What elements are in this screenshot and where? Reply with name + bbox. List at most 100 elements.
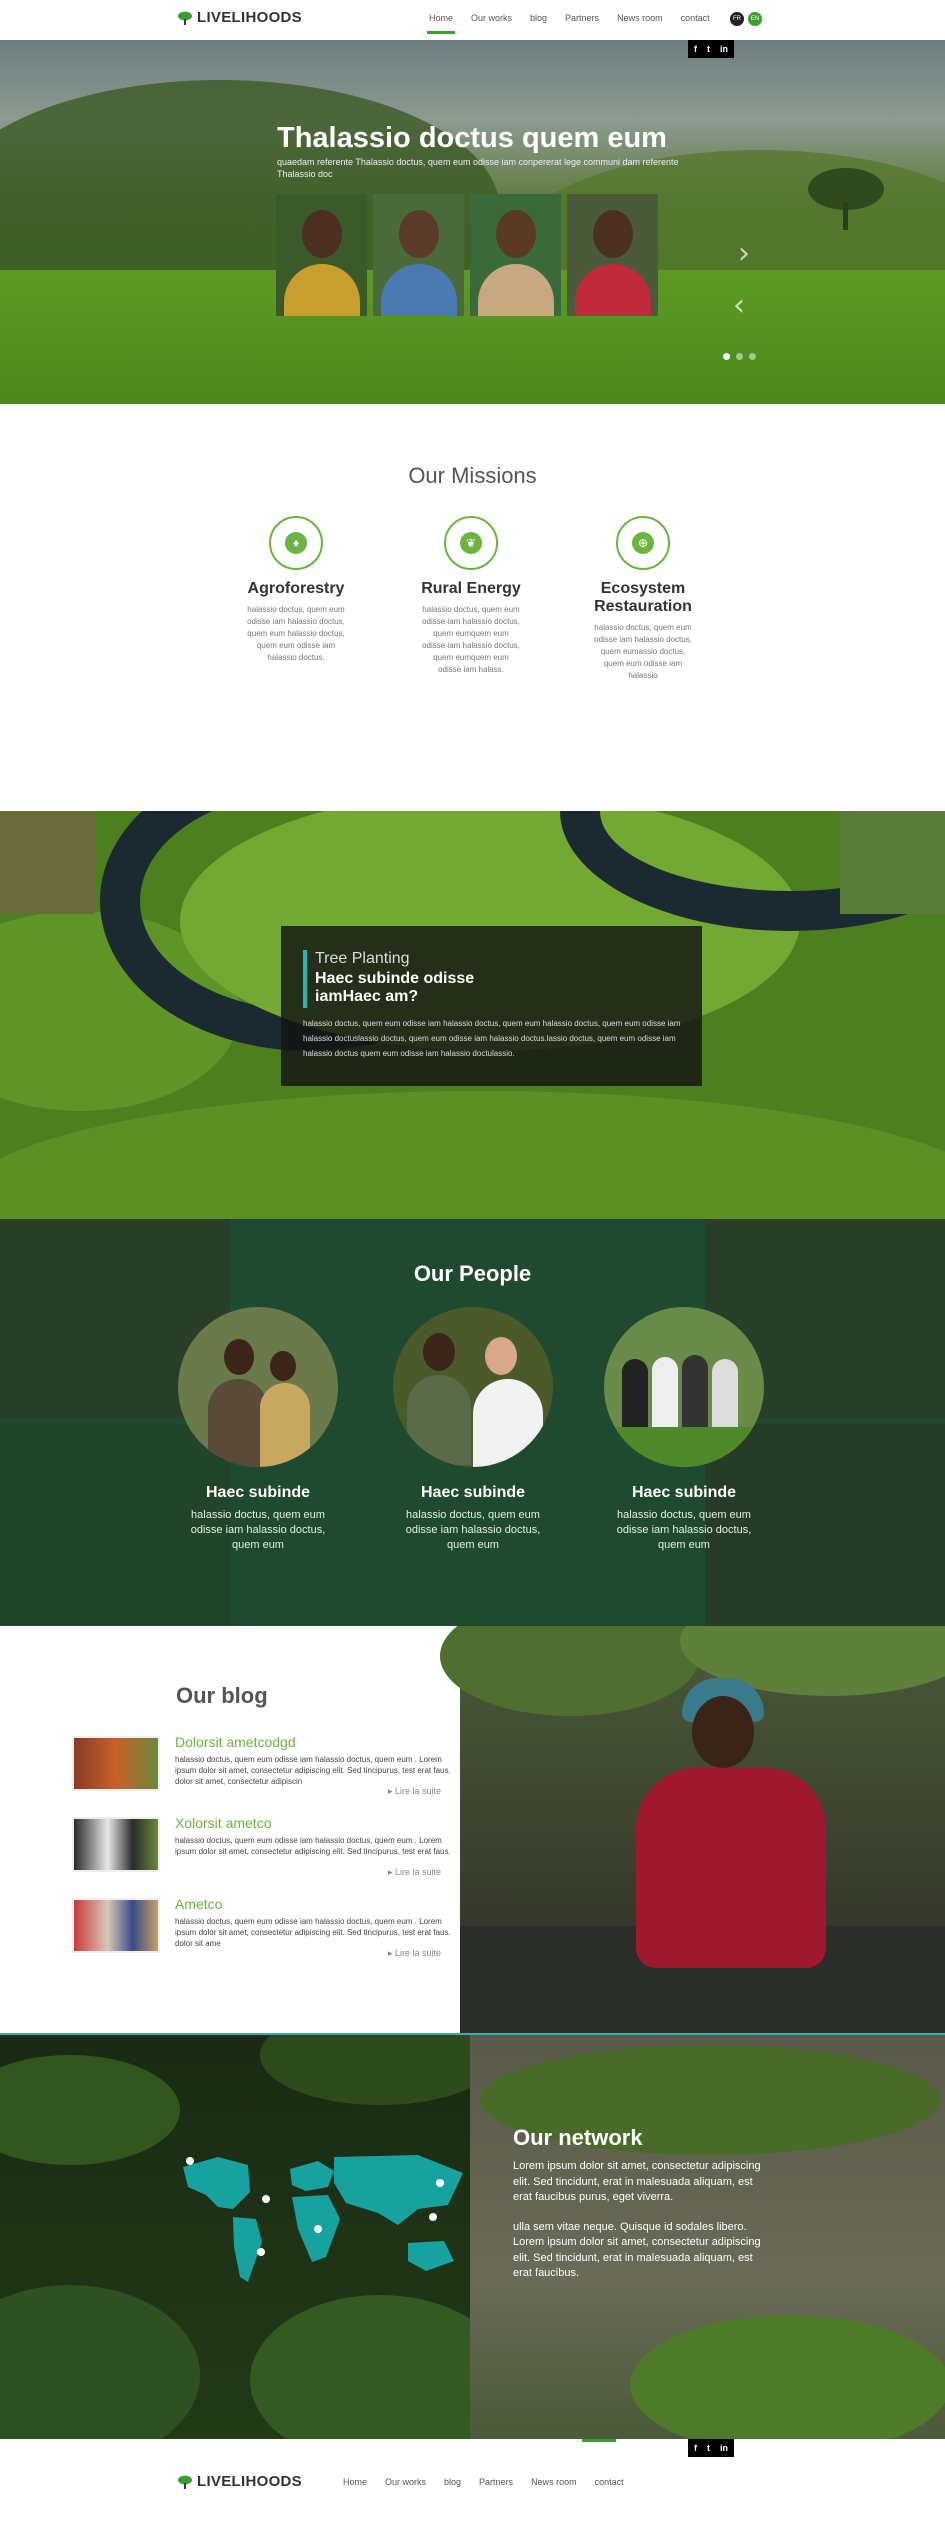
footer-logo[interactable]: LIVELIHOODS (177, 2473, 302, 2490)
blog-post-title[interactable]: Xolorsit ametco (175, 1815, 271, 1831)
portrait-body (381, 264, 457, 316)
nav-home[interactable]: Home (426, 13, 456, 34)
tree-planting-card: Tree Planting Haec subinde odisse iamHae… (281, 926, 702, 1086)
logo[interactable]: LIVELIHOODS (177, 9, 302, 26)
nav-our-works[interactable]: Our works (471, 13, 512, 23)
photo-shape (636, 1768, 826, 1968)
read-more-label: Lire la suite (395, 1948, 442, 1958)
map-location-pin[interactable] (436, 2179, 444, 2187)
map-location-pin[interactable] (262, 2195, 270, 2203)
hero-subtitle: quaedam referente Thalassio doctus, quem… (277, 157, 679, 179)
person-photo (393, 1307, 553, 1467)
footer-nav-partners[interactable]: Partners (479, 2477, 513, 2487)
tree-logo-icon (178, 11, 192, 25)
nav-blog[interactable]: blog (530, 13, 547, 23)
person-card: Haec subinde halassio doctus, quem eum o… (383, 1307, 563, 1553)
nav-news-room[interactable]: News room (617, 13, 663, 23)
site-header: LIVELIHOODS Home Our works blog Partners… (0, 0, 945, 58)
globe-icon: ⊕ (632, 532, 654, 554)
map-location-pin[interactable] (186, 2157, 194, 2165)
lang-fr-button[interactable]: FR (730, 12, 744, 26)
portrait-face (399, 210, 439, 258)
mission-icon-ring: ⊕ (616, 516, 670, 570)
blog-post[interactable]: Ametco halassio doctus, quem eum odisse … (72, 1896, 462, 1968)
facebook-icon[interactable]: f (694, 2443, 697, 2453)
map-location-pin[interactable] (314, 2225, 322, 2233)
background-shape (0, 2285, 200, 2439)
hero-tree-trunk (843, 202, 848, 230)
footer-nav-news-room[interactable]: News room (531, 2477, 577, 2487)
network-text: Lorem ipsum dolor sit amet, consectetur … (513, 2159, 763, 2282)
footer-nav-our-works[interactable]: Our works (385, 2477, 426, 2487)
map-location-pin[interactable] (429, 2213, 437, 2221)
twitter-icon[interactable]: t (707, 44, 710, 54)
person-text: halassio doctus, quem eum odisse iam hal… (405, 1509, 541, 1551)
blog-post-title[interactable]: Dolorsit ametcodgd (175, 1734, 296, 1750)
portrait-face (496, 210, 536, 258)
slider-dot[interactable] (723, 353, 730, 360)
blog-post-title[interactable]: Ametco (175, 1896, 222, 1912)
facebook-icon[interactable]: f (694, 44, 697, 54)
mission-card: ❦ Rural Energy halassio doctus, quem eum… (411, 516, 531, 676)
footer-nav-contact[interactable]: contact (595, 2477, 624, 2487)
portrait-image (567, 194, 658, 316)
our-network-section: Our network Lorem ipsum dolor sit amet, … (0, 2033, 945, 2439)
photo-shape (440, 1626, 700, 1716)
photo-shape (473, 1379, 543, 1467)
blog-post[interactable]: Dolorsit ametcodgd halassio doctus, quem… (72, 1734, 462, 1806)
nav-contact[interactable]: contact (681, 13, 710, 23)
tree-logo-icon (178, 2475, 192, 2489)
read-more-link[interactable]: ▸ Lire la suite (388, 1867, 441, 1878)
photo-shape (224, 1339, 254, 1375)
background-shape (0, 2055, 180, 2165)
slider-prev-arrow[interactable]: ‹ (733, 288, 745, 323)
photo-shape (692, 1696, 754, 1768)
portrait-face (593, 210, 633, 258)
mission-title: Agroforestry (247, 580, 345, 597)
blog-post-thumbnail[interactable] (72, 1736, 160, 1791)
person-text: halassio doctus, quem eum odisse iam hal… (190, 1509, 326, 1551)
linkedin-icon[interactable]: in (720, 2443, 728, 2453)
map-south-america (233, 2217, 262, 2282)
blog-post[interactable]: Xolorsit ametco halassio doctus, quem eu… (72, 1815, 462, 1887)
language-switch: FR EN (730, 12, 762, 26)
tree-planting-body: halassio doctus, quem eum odisse iam hal… (303, 1019, 681, 1058)
corner-photo (840, 811, 945, 914)
nav-partners[interactable]: Partners (565, 13, 599, 23)
slider-dot[interactable] (749, 353, 756, 360)
leaf-icon: ❦ (460, 532, 482, 554)
portrait-image (373, 194, 464, 316)
lang-en-button[interactable]: EN (748, 12, 762, 26)
slider-dots (723, 353, 756, 360)
accent-bar (303, 950, 307, 1008)
slider-dot[interactable] (736, 353, 743, 360)
blog-post-thumbnail[interactable] (72, 1898, 160, 1953)
footer-nav-home[interactable]: Home (343, 2477, 367, 2487)
tree-planting-heading: Haec subinde odisse iamHaec am? (315, 970, 475, 1005)
photo-shape (604, 1427, 764, 1467)
read-more-link[interactable]: ▸ Lire la suite (388, 1786, 441, 1797)
read-more-label: Lire la suite (395, 1867, 442, 1877)
twitter-icon[interactable]: t (707, 2443, 710, 2453)
blog-post-thumbnail[interactable] (72, 1817, 160, 1872)
people-title: Our People (413, 1261, 532, 1286)
blog-title: Our blog (176, 1683, 268, 1708)
missions-title: Our Missions (408, 463, 537, 488)
footer-nav-blog[interactable]: blog (444, 2477, 461, 2487)
linkedin-icon[interactable]: in (720, 44, 728, 54)
our-people-section: Our People Haec subinde halassio doctus,… (0, 1219, 945, 1626)
portrait-face (302, 210, 342, 258)
mission-icon-ring: ❦ (444, 516, 498, 570)
network-title: Our network (513, 2125, 643, 2150)
photo-shape (423, 1333, 455, 1371)
mission-text: halassio doctus, quem eum odisse iam hal… (594, 623, 692, 680)
slider-next-arrow[interactable]: › (738, 236, 750, 271)
mission-icon-ring: ♦ (269, 516, 323, 570)
photo-shape (652, 1357, 678, 1429)
mission-card: ⊕ Ecosystem Restauration halassio doctus… (583, 516, 703, 682)
corner-photo (0, 811, 95, 914)
map-location-pin[interactable] (257, 2248, 265, 2256)
thumbnail-fill (74, 1738, 158, 1789)
read-more-link[interactable]: ▸ Lire la suite (388, 1948, 441, 1959)
blog-feature-photo (440, 1626, 945, 2033)
